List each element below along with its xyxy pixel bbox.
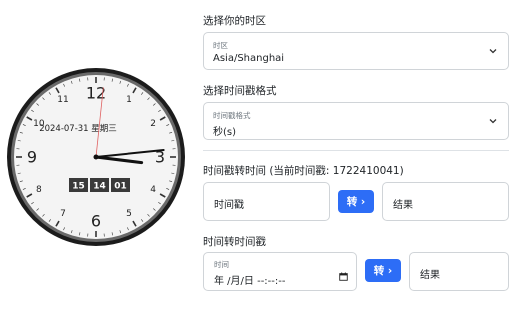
datetime-field-label: 时间 — [214, 260, 229, 269]
convert-datetime-button[interactable]: 转 › — [365, 259, 401, 282]
ts-to-time-title: 时间戳转时间 (当前时间戳: 1722410041) — [203, 165, 404, 177]
clock-numeral: 2 — [150, 119, 156, 129]
digital-time: 15 14 01 — [69, 178, 130, 192]
clock-numeral: 9 — [27, 148, 37, 167]
timezone-value: Asia/Shanghai — [213, 53, 285, 64]
analog-clock: 12 1 2 3 4 5 6 7 8 9 10 11 2024-07-31 星期三 15 14 01 — [6, 67, 186, 247]
timezone-select[interactable]: 时区 Asia/Shanghai — [203, 32, 509, 70]
clock-face: 12 1234567891011 2024-07-31 星期三 15 14 01 — [7, 68, 185, 246]
timestamp-result-placeholder: 结果 — [393, 200, 413, 211]
clock-numeral: 4 — [150, 185, 156, 195]
timestamp-format-select[interactable]: 时间戳格式 秒(s) — [203, 102, 509, 140]
timezone-field-label: 时区 — [213, 41, 228, 50]
timezone-title: 选择你的时区 — [203, 15, 266, 27]
datetime-result-field[interactable]: 结果 — [409, 252, 509, 291]
clock-numeral: 5 — [126, 209, 132, 219]
format-title: 选择时间戳格式 — [203, 85, 277, 97]
digital-hours: 15 — [72, 182, 85, 192]
format-value: 秒(s) — [213, 127, 237, 138]
clock-numeral: 11 — [57, 95, 68, 105]
time-to-ts-title: 时间转时间戳 — [203, 236, 266, 248]
clock-numeral: 7 — [60, 209, 66, 219]
section-divider — [203, 150, 509, 151]
clock-date-label: 2024-07-31 星期三 — [39, 124, 117, 134]
converter-panel: 选择你的时区 时区 Asia/Shanghai 选择时间戳格式 时间戳格式 秒(… — [203, 0, 509, 320]
datetime-result-placeholder: 结果 — [420, 270, 440, 281]
chevron-down-icon — [489, 49, 497, 54]
datetime-value: 年 /月/日 --:--:-- — [214, 276, 286, 287]
datetime-input[interactable]: 时间 年 /月/日 --:--:-- — [203, 252, 357, 291]
calendar-icon[interactable] — [339, 272, 348, 281]
digital-seconds: 01 — [114, 182, 127, 192]
convert-timestamp-button[interactable]: 转 › — [338, 190, 374, 213]
chevron-down-icon — [489, 119, 497, 124]
format-field-label: 时间戳格式 — [213, 111, 251, 120]
timestamp-input[interactable]: 时间戳 — [203, 182, 330, 221]
clock-numeral: 1 — [126, 95, 132, 105]
clock-numeral: 8 — [36, 185, 42, 195]
timestamp-placeholder: 时间戳 — [214, 200, 244, 211]
timestamp-result-field[interactable]: 结果 — [382, 182, 509, 221]
digital-minutes: 14 — [93, 182, 106, 192]
clock-center-pin — [93, 154, 99, 160]
clock-numeral: 6 — [91, 212, 101, 231]
